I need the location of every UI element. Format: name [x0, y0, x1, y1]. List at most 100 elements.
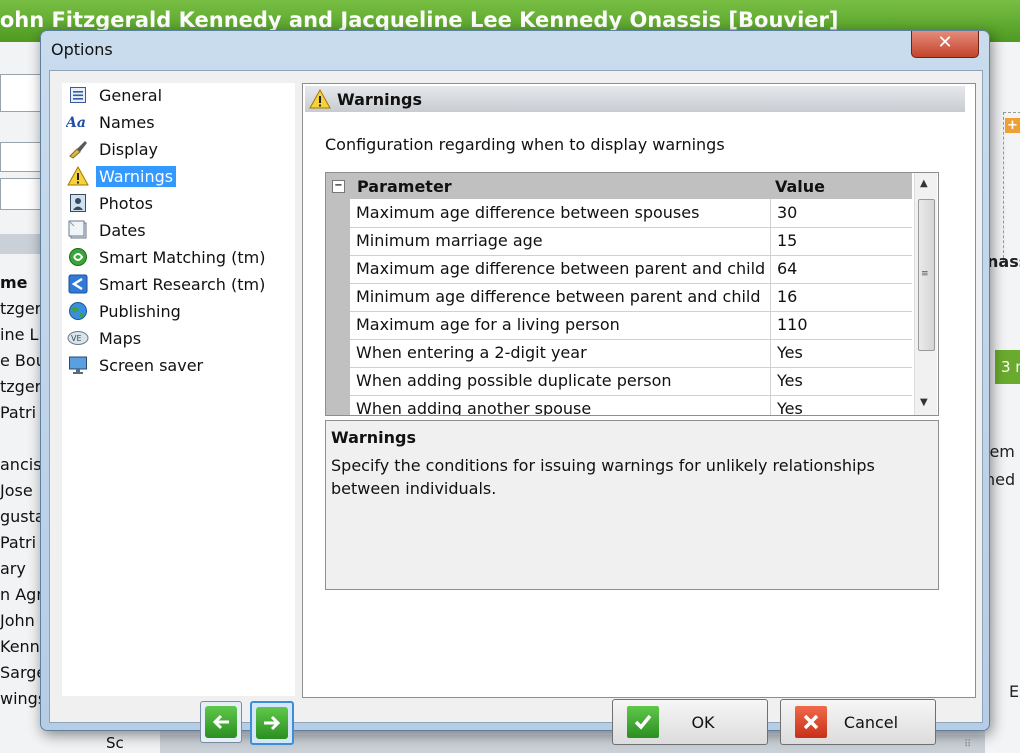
table-row[interactable]: Maximum age for a living person 110: [350, 311, 912, 340]
list-item[interactable]: n Agn: [0, 582, 44, 608]
nav-item-display[interactable]: Display: [66, 137, 161, 161]
dates-icon: [66, 220, 90, 240]
table-row[interactable]: Minimum marriage age 15: [350, 227, 912, 256]
nav-item-general[interactable]: General: [66, 83, 165, 107]
parameter-name: Maximum age for a living person: [356, 315, 620, 334]
parameter-name: Maximum age difference between spouses: [356, 203, 700, 222]
collapse-icon[interactable]: −: [332, 180, 345, 193]
monitor-icon: [66, 355, 90, 375]
resize-grip-icon[interactable]: ⠿: [964, 739, 971, 750]
table-row[interactable]: When adding another spouse Yes: [350, 395, 912, 416]
publishing-globe-icon: [66, 301, 90, 321]
nav-item-publishing[interactable]: Publishing: [66, 299, 184, 323]
list-item[interactable]: ine L: [0, 322, 44, 348]
scroll-down-icon[interactable]: ▼: [920, 397, 928, 408]
parameter-name: When adding another spouse: [356, 399, 592, 416]
panel-title: Warnings: [337, 89, 423, 109]
smart-research-icon: [66, 274, 90, 294]
nav-item-names[interactable]: Aa Names: [66, 110, 158, 134]
list-item[interactable]: John: [0, 608, 44, 634]
plus-icon[interactable]: +: [1005, 118, 1020, 133]
list-item[interactable]: wings: [0, 686, 44, 712]
arrow-left-icon: [205, 706, 237, 738]
parameter-name: When entering a 2-digit year: [356, 343, 587, 362]
list-item[interactable]: Patri: [0, 400, 44, 426]
nav-item-photos[interactable]: Photos: [66, 191, 156, 215]
close-icon: ✕: [937, 32, 953, 53]
list-item[interactable]: Jose: [0, 478, 44, 504]
list-item[interactable]: ancis: [0, 452, 44, 478]
parameters-grid: − Parameter Value Maximum age difference…: [325, 172, 939, 416]
list-item[interactable]: ary: [0, 556, 44, 582]
list-item[interactable]: tzgera: [0, 374, 44, 400]
scroll-grip-icon: ≡: [921, 269, 929, 279]
smart-matching-icon: [66, 247, 90, 267]
list-item[interactable]: Sarge: [0, 660, 44, 686]
nav-item-smart-research[interactable]: Smart Research (tm): [66, 272, 268, 296]
nav-item-screen-saver[interactable]: Screen saver: [66, 353, 206, 377]
close-button[interactable]: ✕: [911, 31, 979, 58]
background-people-list: me tzgera ine L e Bou tzgera Patri ancis…: [0, 270, 44, 712]
scroll-up-icon[interactable]: ▲: [920, 178, 928, 189]
display-brush-icon: [66, 139, 90, 159]
parameter-value[interactable]: 15: [770, 227, 911, 255]
parameter-value[interactable]: Yes: [770, 367, 911, 395]
parameter-name: Minimum marriage age: [356, 231, 543, 250]
warnings-panel: Warnings Configuration regarding when to…: [302, 83, 976, 698]
back-button[interactable]: [200, 701, 242, 743]
dialog-client-area: General Aa Names Display Warnings Photos…: [49, 70, 983, 750]
nav-item-warnings[interactable]: Warnings: [66, 164, 177, 188]
warning-icon: [307, 89, 333, 109]
list-item[interactable]: e Bou: [0, 348, 44, 374]
checkmark-icon: [627, 706, 659, 738]
background-field-box: [0, 178, 42, 210]
options-dialog: Options ✕ General Aa Names Display Warni…: [40, 30, 990, 750]
nav-item-smart-matching[interactable]: Smart Matching (tm): [66, 245, 268, 269]
parameter-name: Maximum age difference between parent an…: [356, 259, 766, 278]
parameter-value[interactable]: 64: [770, 255, 911, 283]
table-row[interactable]: When entering a 2-digit year Yes: [350, 339, 912, 368]
arrow-right-icon: [256, 707, 288, 739]
help-title: Warnings: [331, 428, 417, 447]
nav-item-dates[interactable]: Dates: [66, 218, 149, 242]
grid-header: − Parameter Value: [326, 173, 912, 199]
list-item[interactable]: tzgera: [0, 296, 44, 322]
cancel-button[interactable]: Cancel: [780, 699, 936, 745]
general-icon: [66, 85, 90, 105]
help-description: Specify the conditions for issuing warni…: [331, 456, 875, 498]
table-row[interactable]: Maximum age difference between spouses 3…: [350, 199, 912, 228]
svg-text:VE: VE: [71, 334, 82, 343]
list-header: me: [0, 273, 28, 292]
list-item[interactable]: Kenn: [0, 634, 44, 660]
table-row[interactable]: Maximum age difference between parent an…: [350, 255, 912, 284]
background-column-label: Sc: [106, 734, 124, 752]
background-field-box: [0, 142, 42, 172]
background-toolbar-box: [0, 74, 42, 112]
dialog-title: Options: [51, 40, 113, 59]
list-item[interactable]: gusta: [0, 504, 44, 530]
names-icon: Aa: [66, 112, 90, 132]
table-row[interactable]: When adding possible duplicate person Ye…: [350, 367, 912, 396]
parameter-value[interactable]: 30: [770, 199, 911, 227]
grid-scrollbar[interactable]: ▲ ≡ ▼: [914, 173, 937, 415]
column-header-value: Value: [775, 177, 826, 196]
background-button[interactable]: E: [1009, 682, 1019, 701]
table-row[interactable]: Minimum age difference between parent an…: [350, 283, 912, 312]
background-badge: 3 n: [995, 350, 1020, 384]
parameter-name: When adding possible duplicate person: [356, 371, 672, 390]
column-header-parameter: Parameter: [357, 177, 452, 196]
parameter-value[interactable]: 16: [770, 283, 911, 311]
ok-button[interactable]: OK: [612, 699, 768, 745]
list-item[interactable]: [0, 426, 44, 452]
forward-button[interactable]: [250, 701, 294, 745]
parameter-value[interactable]: Yes: [770, 339, 911, 367]
photos-icon: [66, 193, 90, 213]
nav-item-maps[interactable]: VE Maps: [66, 326, 144, 350]
parameter-value[interactable]: Yes: [770, 395, 911, 415]
parameter-value[interactable]: 110: [770, 311, 911, 339]
panel-header: Warnings: [305, 86, 965, 112]
maps-icon: VE: [66, 328, 90, 348]
list-item[interactable]: Patri: [0, 530, 44, 556]
background-dashed-box: [1003, 112, 1020, 263]
background-right-pane: + nass 3 n lem ned E: [985, 42, 1020, 753]
